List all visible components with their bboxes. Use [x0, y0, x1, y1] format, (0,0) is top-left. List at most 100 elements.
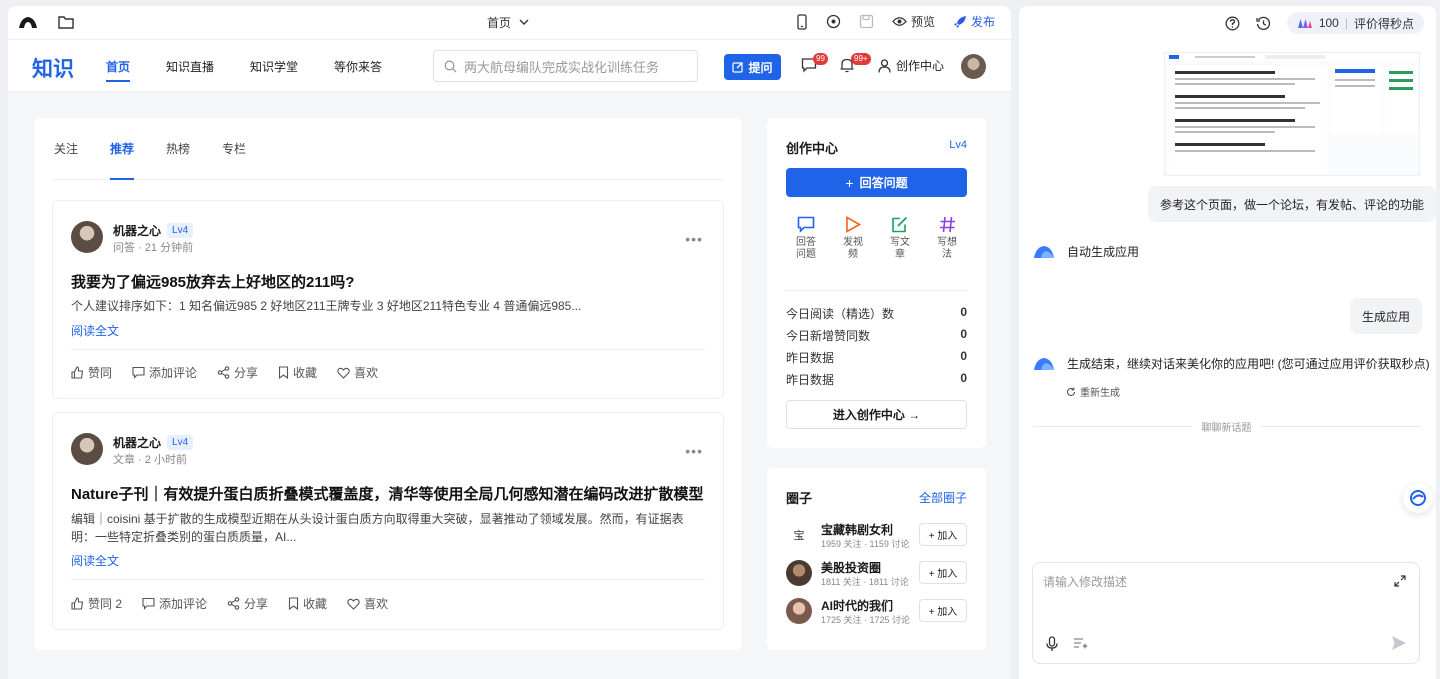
post-meta: 文章 · 2 小时前: [113, 454, 187, 466]
page-selector-label: 首页: [487, 16, 512, 30]
circles-card: 圈子 全部圈子 宝 宝藏韩剧女利 1959 关注 · 1159 讨论 + 加入 …: [767, 468, 986, 650]
upvote-button[interactable]: 赞同 2: [71, 595, 122, 612]
read-all-link[interactable]: 阅读全文: [71, 552, 119, 569]
like-button[interactable]: 喜欢: [347, 595, 388, 612]
creator-center-link[interactable]: 创作中心: [878, 57, 944, 74]
page-selector[interactable]: 首页: [487, 14, 529, 31]
creator-center-label: 创作中心: [896, 59, 945, 73]
assistant-float-button[interactable]: [1403, 483, 1433, 513]
author-name[interactable]: 机器之心: [113, 222, 161, 239]
editor-panel: 首页 预览 发布 知识 首页 知识直播 知识学堂 等你来答 两大航母编队完成实战…: [8, 6, 1011, 679]
share-button[interactable]: 分享: [217, 364, 258, 381]
heart-icon: [337, 367, 350, 379]
comment-label: 添加评论: [149, 366, 198, 380]
quick-article[interactable]: 写文章: [888, 216, 912, 261]
nav-item-school[interactable]: 知识学堂: [250, 41, 298, 92]
post-title[interactable]: 我要为了偏远985放弃去上好地区的211吗?: [71, 271, 354, 292]
site-brand[interactable]: 知识: [32, 53, 74, 83]
regenerate-label: 重新生成: [1080, 388, 1120, 399]
expand-icon[interactable]: [1394, 575, 1406, 587]
new-topic-label: 聊聊新话题: [1201, 423, 1252, 434]
user-avatar[interactable]: [961, 54, 986, 79]
circle-name[interactable]: AI时代的我们: [821, 597, 893, 614]
all-circles-link[interactable]: 全部圈子: [919, 489, 967, 506]
editor-tools: 预览 发布: [796, 13, 995, 30]
regenerate-button[interactable]: 重新生成: [1066, 384, 1120, 399]
thumbnail-image: [1165, 53, 1419, 173]
mobile-icon[interactable]: [796, 13, 808, 30]
target-icon[interactable]: [826, 14, 841, 29]
app-logo-icon[interactable]: [18, 15, 38, 29]
chat-composer[interactable]: 请输入修改描述: [1032, 562, 1420, 664]
nav-item-waiting[interactable]: 等你来答: [334, 41, 382, 92]
circle-name[interactable]: 美股投资圈: [821, 559, 881, 576]
post-divider: [71, 579, 705, 580]
send-icon[interactable]: [1391, 635, 1407, 651]
quick-answer[interactable]: 回答问题: [794, 216, 818, 261]
bot-message-text: 自动生成应用: [1067, 245, 1140, 259]
author-avatar[interactable]: [71, 433, 103, 465]
tab-column[interactable]: 专栏: [222, 118, 246, 180]
stat-value: 0: [960, 371, 967, 385]
quick-video[interactable]: 发视频: [841, 216, 865, 261]
circle-avatar[interactable]: 宝: [786, 522, 812, 548]
main-nav: 首页 知识直播 知识学堂 等你来答: [106, 41, 382, 92]
refresh-icon: [1067, 387, 1076, 396]
chevron-down-icon: [519, 19, 529, 25]
post-divider: [71, 349, 705, 350]
page-content: 关注 推荐 热榜 专栏 机器之心 Lv4 问答 · 21 分钟前 ••• 我要为…: [8, 92, 1011, 679]
comment-button[interactable]: 添加评论: [142, 595, 207, 612]
nav-item-live[interactable]: 知识直播: [166, 41, 214, 92]
preview-button[interactable]: 预览: [892, 13, 935, 30]
ask-button[interactable]: 提问: [724, 54, 781, 80]
prompt-optimize-icon[interactable]: [1073, 637, 1088, 650]
play-icon: [846, 216, 861, 233]
post-actions: 赞同 2 添加评论 分享 收藏 喜欢: [71, 595, 388, 612]
join-circle-button[interactable]: + 加入: [919, 523, 967, 546]
join-circle-button[interactable]: + 加入: [919, 599, 967, 622]
bot-avatar-icon: [1034, 358, 1054, 370]
new-topic-divider[interactable]: 聊聊新话题: [1033, 419, 1420, 434]
publish-button[interactable]: 发布: [953, 13, 995, 30]
circle-avatar[interactable]: [786, 560, 812, 586]
tab-follow[interactable]: 关注: [54, 118, 78, 180]
enter-creator-center-button[interactable]: 进入创作中心 →: [786, 400, 967, 429]
more-menu-icon[interactable]: •••: [685, 443, 703, 459]
join-circle-button[interactable]: + 加入: [919, 561, 967, 584]
share-button[interactable]: 分享: [227, 595, 268, 612]
nav-item-home[interactable]: 首页: [106, 41, 131, 92]
microphone-icon[interactable]: [1046, 636, 1058, 652]
quick-answer-label: 回答问题: [796, 237, 816, 260]
upvote-button[interactable]: 赞同: [71, 364, 112, 381]
site-header: 知识 首页 知识直播 知识学堂 等你来答 两大航母编队完成实战化训练任务 提问 …: [8, 41, 1011, 92]
level-badge: Lv4: [167, 223, 194, 238]
read-all-link[interactable]: 阅读全文: [71, 322, 119, 339]
folder-icon[interactable]: [58, 15, 74, 29]
post-title[interactable]: Nature子刊｜有效提升蛋白质折叠模式覆盖度，清华等使用全局几何感知潜在编码改…: [71, 483, 704, 504]
search-input[interactable]: 两大航母编队完成实战化训练任务: [433, 50, 698, 82]
reference-screenshot-thumbnail[interactable]: [1164, 52, 1420, 176]
tab-recommend[interactable]: 推荐: [110, 118, 135, 180]
comment-button[interactable]: 添加评论: [132, 364, 197, 381]
author-name[interactable]: 机器之心: [113, 434, 161, 451]
answer-question-button[interactable]: + 回答问题: [786, 168, 967, 197]
bookmark-button[interactable]: 收藏: [278, 364, 317, 381]
help-icon[interactable]: [1225, 16, 1240, 31]
answer-question-label: 回答问题: [859, 176, 908, 190]
credit-label: 评价得秒点: [1353, 16, 1414, 31]
credit-pill[interactable]: 100 | 评价得秒点: [1286, 12, 1424, 34]
history-icon[interactable]: [1256, 16, 1271, 31]
save-icon[interactable]: [859, 14, 874, 29]
circles-title: 圈子: [786, 491, 813, 506]
circle-avatar[interactable]: [786, 598, 812, 624]
circle-name[interactable]: 宝藏韩剧女利: [821, 521, 893, 538]
like-button[interactable]: 喜欢: [337, 364, 378, 381]
stat-label: 昨日数据: [786, 351, 835, 365]
tab-hot[interactable]: 热榜: [166, 118, 190, 180]
post-card: 机器之心 Lv4 文章 · 2 小时前 ••• Nature子刊｜有效提升蛋白质…: [52, 412, 724, 630]
quick-idea[interactable]: 写想法: [935, 216, 959, 261]
more-menu-icon[interactable]: •••: [685, 231, 703, 247]
author-avatar[interactable]: [71, 221, 103, 253]
stat-label: 今日阅读（精选）数: [786, 307, 895, 321]
bookmark-button[interactable]: 收藏: [288, 595, 327, 612]
